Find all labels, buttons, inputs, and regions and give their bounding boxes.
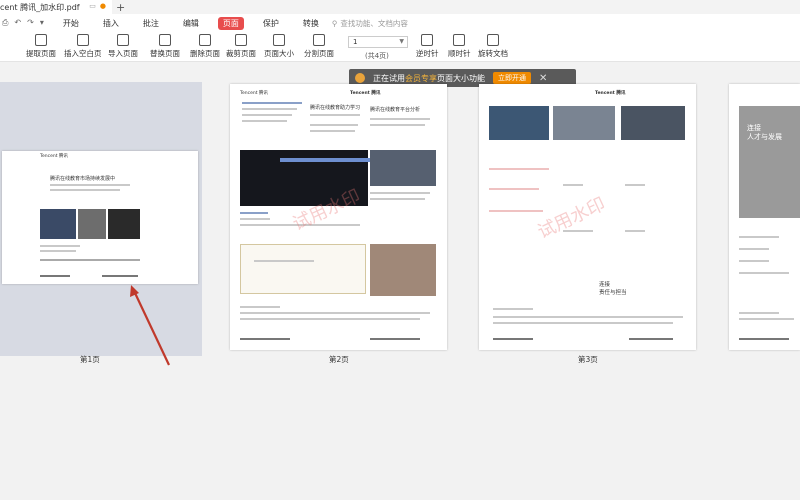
delete-icon <box>199 34 211 46</box>
redo-icon[interactable]: ↷ <box>27 18 34 28</box>
rotate-doc-icon <box>487 34 499 46</box>
menu-0[interactable]: 开始 <box>58 17 84 30</box>
annotation-arrow <box>130 285 170 366</box>
tool-replace-button[interactable]: 替换页面 <box>150 34 180 59</box>
tool-rotate-doc-button[interactable]: 旋转文档 <box>478 34 508 59</box>
menu-2[interactable]: 批注 <box>138 17 164 30</box>
notice-highlight: 会员专享 <box>405 73 437 83</box>
cw-icon <box>453 34 466 46</box>
page-number-value: 1 <box>353 38 358 46</box>
p1-heading: 腾讯在线教育市场持续发展中 <box>50 176 116 182</box>
page-thumbnail-4[interactable]: 连接 人才与发展 <box>729 84 800 350</box>
tool-import-button[interactable]: 导入页面 <box>108 34 138 59</box>
tool-label: 顺时针 <box>448 49 471 58</box>
p2-heading-a: 腾讯在线教育助力学习 <box>310 105 361 111</box>
page-label-1: 第1页 <box>80 355 100 364</box>
p4-title: 连接 人才与发展 <box>747 124 782 141</box>
extract-icon <box>35 34 47 46</box>
p3-slogan: 连接 责任与担当 <box>599 282 627 296</box>
tool-cw-button[interactable]: 顺时针 <box>448 34 471 59</box>
notice-text-after: 页面大小功能 <box>437 73 485 83</box>
ribbon-toolbar: 1 ▼ (共4页) 提取页面 插入空白页 导入页面 替换页面 删除页面 裁剪页面 页面大小 分… <box>0 32 800 62</box>
tool-delete-button[interactable]: 删除页面 <box>190 34 220 59</box>
p2-heading-b: 腾讯在线教育平台分析 <box>370 107 421 113</box>
page-thumbnail-2[interactable]: Tencent 腾讯 Tencent 腾讯 腾讯在线教育助力学习 腾讯在线教育平… <box>230 84 447 350</box>
page-size-icon <box>273 34 285 46</box>
tool-label: 删除页面 <box>190 49 220 58</box>
tool-crop-button[interactable]: 裁剪页面 <box>226 34 256 59</box>
search-icon: ⚲ <box>331 18 338 28</box>
search-placeholder: 查找功能、文档内容 <box>340 18 408 28</box>
tool-extract-button[interactable]: 提取页面 <box>26 34 56 59</box>
crop-icon <box>235 34 247 46</box>
import-icon <box>117 34 129 46</box>
search-box[interactable]: ⚲ 查找功能、文档内容 <box>332 18 408 29</box>
menu-1[interactable]: 插入 <box>98 17 124 30</box>
activate-button[interactable]: 立即开通 <box>493 72 531 84</box>
tool-label: 逆时针 <box>416 49 439 58</box>
notice-text-before: 正在试用 <box>373 73 405 83</box>
title-bar: cent 腾讯_加水印.pdf ▭ ● + <box>0 0 800 14</box>
document-tab[interactable]: cent 腾讯_加水印.pdf ▭ ● <box>0 0 112 14</box>
unsaved-dot-icon: ● <box>99 2 106 10</box>
tool-label: 插入空白页 <box>64 49 102 58</box>
p2-logo-right: Tencent 腾讯 <box>350 91 381 96</box>
tab-title: cent 腾讯_加水印.pdf <box>0 2 80 12</box>
menu-bar: ⎙ ↶ ↷ ▾ 开始 插入 批注 编辑 页面 保护 转换 ⚲ 查找功能、文档内容 <box>0 14 800 32</box>
menu-4[interactable]: 页面 <box>217 16 244 30</box>
tool-page-size-button[interactable]: 页面大小 <box>264 34 294 59</box>
crown-icon <box>355 73 365 83</box>
new-tab-button[interactable]: + <box>116 1 125 14</box>
watermark-text-2: 试用水印 <box>534 193 609 244</box>
monitor-icon[interactable]: ▭ <box>89 2 96 10</box>
p1-logo: Tencent 腾讯 <box>40 154 68 159</box>
p3-logo: Tencent 腾讯 <box>595 91 626 96</box>
tool-ccw-button[interactable]: 逆时针 <box>416 34 439 59</box>
page-number-input[interactable]: 1 ▼ <box>348 36 408 48</box>
insert-blank-icon <box>76 34 89 46</box>
undo-icon[interactable]: ↶ <box>14 18 21 28</box>
page-total: (共4页) <box>365 52 389 60</box>
menu-5[interactable]: 保护 <box>258 17 284 30</box>
tool-label: 分割页面 <box>304 49 334 58</box>
menu-6[interactable]: 转换 <box>298 17 324 30</box>
tool-split-button[interactable]: 分割页面 <box>304 34 334 59</box>
ccw-icon <box>421 34 434 46</box>
page-thumbnail-3[interactable]: Tencent 腾讯 试用水印 连接 责任与担当 <box>479 84 696 350</box>
tool-insert-blank-button[interactable]: 插入空白页 <box>64 34 102 59</box>
tool-label: 裁剪页面 <box>226 49 256 58</box>
main-menu: 开始 插入 批注 编辑 页面 保护 转换 <box>58 16 324 30</box>
menu-3[interactable]: 编辑 <box>178 17 204 30</box>
print-icon[interactable]: ⎙ <box>2 18 8 28</box>
split-icon <box>313 34 325 46</box>
page-thumbnail-1[interactable]: Tencent 腾讯 腾讯在线教育市场持续发展中 <box>2 151 198 284</box>
dropdown-icon[interactable]: ▾ <box>40 18 44 28</box>
tool-label: 提取页面 <box>26 49 56 58</box>
replace-icon <box>159 34 171 46</box>
tool-label: 旋转文档 <box>478 49 508 58</box>
tool-label: 导入页面 <box>108 49 138 58</box>
chevron-down-icon[interactable]: ▼ <box>399 37 404 47</box>
tool-label: 替换页面 <box>150 49 180 58</box>
p2-logo: Tencent 腾讯 <box>240 91 268 96</box>
close-icon[interactable]: ✕ <box>539 73 547 84</box>
page-label-3: 第3页 <box>578 355 598 364</box>
tool-label: 页面大小 <box>264 49 294 58</box>
page-label-2: 第2页 <box>329 355 349 364</box>
